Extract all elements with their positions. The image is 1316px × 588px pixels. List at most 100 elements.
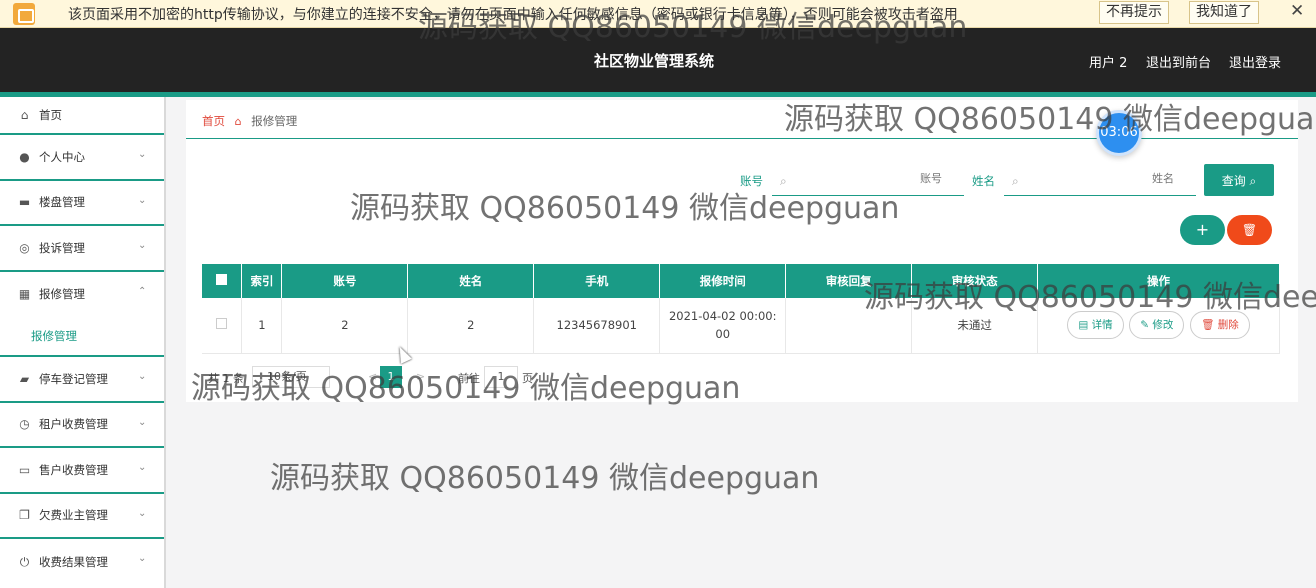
pencil-icon: ✎ <box>1140 319 1153 332</box>
edit-button[interactable]: ✎ 修改 <box>1129 311 1185 340</box>
next-page-button[interactable]: > <box>416 370 425 383</box>
sidebar-item-label: 首页 <box>39 108 62 122</box>
sidebar-item-label: 楼盘管理 <box>39 195 85 210</box>
goto-page-input[interactable]: 1 <box>484 366 518 388</box>
delete-label: 删除 <box>1217 319 1239 332</box>
search-icon: ⌕ <box>780 174 787 188</box>
select-all-checkbox[interactable] <box>202 264 243 298</box>
sidebar-item-label: 个人中心 <box>39 149 85 164</box>
breadcrumb: 首页 ⌂ 报修管理 <box>202 113 297 129</box>
watermark: 源码获取 QQ86050149 微信deepguan <box>270 461 820 496</box>
cell-name: 2 <box>407 298 535 354</box>
repair-time-text: 2021-04-02 00:00:00 <box>668 309 777 342</box>
warning-folder-icon <box>13 2 35 25</box>
sidebar-item-label: 投诉管理 <box>39 240 85 255</box>
notice-text: 该页面采用不加密的http传输协议，与你建立的连接不安全，请勿在页面中输入任何敏… <box>68 6 958 23</box>
column-header: 审核回复 <box>785 264 913 298</box>
column-header: 姓名 <box>407 264 535 298</box>
column-header: 报修时间 <box>659 264 787 298</box>
chevron-down-icon: ⌄ <box>138 553 147 564</box>
user-label[interactable]: 用户 2 <box>1089 52 1127 71</box>
insecure-connection-notice: 该页面采用不加密的http传输协议，与你建立的连接不安全，请勿在页面中输入任何敏… <box>0 0 1316 28</box>
chevron-down-icon: ⌄ <box>138 416 147 428</box>
account-label: 账号 <box>740 174 763 188</box>
query-button[interactable]: 查询 ⌕ <box>1204 164 1274 196</box>
cell-index: 1 <box>241 298 283 354</box>
name-search-input[interactable] <box>1054 172 1174 185</box>
cell-account: 2 <box>281 298 409 354</box>
column-header: 账号 <box>281 264 409 298</box>
sidebar-item-tenant-fees[interactable]: ◷ 租户收费管理 ⌄ <box>0 403 164 448</box>
user-icon: ● <box>19 149 30 164</box>
breadcrumb-current: 报修管理 <box>251 114 298 128</box>
name-label: 姓名 <box>972 174 995 188</box>
add-button[interactable]: + <box>1180 215 1225 245</box>
building-icon: ▬ <box>18 195 31 210</box>
column-header: 手机 <box>533 264 661 298</box>
name-field: ⌕ <box>1004 166 1196 196</box>
home-icon: ⌂ <box>20 108 29 122</box>
column-header: 操作 <box>1037 264 1280 298</box>
close-icon[interactable]: ✕ <box>1290 1 1304 21</box>
sidebar-item-arrears[interactable]: ❐ 欠费业主管理 ⌄ <box>0 494 164 539</box>
total-count: 共 1 条 <box>208 372 244 385</box>
sidebar-item-label: 收费结果管理 <box>39 554 108 569</box>
chevron-up-icon: ⌃ <box>138 285 147 297</box>
chevron-down-icon: ⌄ <box>138 194 147 206</box>
detail-label: 详情 <box>1091 319 1113 332</box>
row-checkbox[interactable] <box>202 298 243 354</box>
document-icon: ▤ <box>1078 319 1092 332</box>
dont-show-again-button[interactable]: 不再提示 <box>1099 1 1169 24</box>
page-size-select[interactable]: 10条/页 <box>252 366 330 388</box>
cell-review-status: 未通过 <box>911 298 1039 354</box>
batch-delete-button[interactable]: 🗑 <box>1227 215 1272 245</box>
detail-button[interactable]: ▤ 详情 <box>1067 311 1124 340</box>
breadcrumb-home[interactable]: 首页 <box>202 114 225 128</box>
sidebar-item-repairs[interactable]: ▦ 报修管理 ⌃ <box>0 272 164 318</box>
chevron-down-icon: ⌄ <box>138 149 147 160</box>
chevron-down-icon: ⌄ <box>138 507 147 519</box>
sidebar-item-label: 欠费业主管理 <box>39 508 108 523</box>
table-row: 1 2 2 12345678901 2021-04-02 00:00:00 未通… <box>202 298 1280 354</box>
logout-link[interactable]: 退出登录 <box>1229 52 1281 71</box>
page-suffix: 页 <box>522 372 533 385</box>
exit-to-front-link[interactable]: 退出到前台 <box>1146 52 1211 71</box>
repair-table: 索引 账号 姓名 手机 报修时间 审核回复 审核状态 操作 1 2 2 1234… <box>202 264 1280 354</box>
sidebar: ⌂ 首页 ● 个人中心 ⌄ ▬ 楼盘管理 ⌄ ◎ 投诉管理 ⌄ ▦ 报修管理 ⌃… <box>0 97 166 588</box>
chevron-down-icon: ⌄ <box>138 462 147 473</box>
printer-icon: ▭ <box>18 462 31 477</box>
sidebar-subitem-repairs[interactable]: 报修管理 <box>0 317 164 357</box>
sidebar-item-home[interactable]: ⌂ 首页 <box>0 97 164 135</box>
sidebar-item-parking[interactable]: ▰ 停车登记管理 ⌄ <box>0 357 164 403</box>
sidebar-item-complaints[interactable]: ◎ 投诉管理 ⌄ <box>0 226 164 272</box>
complaint-icon: ◎ <box>19 240 30 255</box>
sidebar-item-profile[interactable]: ● 个人中心 ⌄ <box>0 135 164 181</box>
prev-page-button[interactable]: < <box>368 370 377 383</box>
sidebar-item-fee-results[interactable]: ⏻ 收费结果管理 ⌄ <box>0 539 164 585</box>
cell-phone: 12345678901 <box>533 298 661 354</box>
search-icon: ⌕ <box>1012 174 1019 188</box>
grid-icon: ▦ <box>18 287 31 302</box>
delete-button[interactable]: 🗑 删除 <box>1190 311 1250 340</box>
acknowledge-button[interactable]: 我知道了 <box>1189 1 1259 24</box>
sidebar-item-owner-fees[interactable]: ▭ 售户收费管理 ⌄ <box>0 448 164 494</box>
app-title: 社区物业管理系统 <box>594 52 715 70</box>
car-icon: ▰ <box>19 371 30 386</box>
copy-icon: ❐ <box>19 508 30 523</box>
cell-repair-time: 2021-04-02 00:00:00 <box>659 298 787 354</box>
column-header: 审核状态 <box>911 264 1039 298</box>
timer-badge[interactable]: 03:06 <box>1096 110 1142 156</box>
cell-actions: ▤ 详情 ✎ 修改 🗑 删除 <box>1037 298 1280 354</box>
home-icon: ⌂ <box>234 115 242 128</box>
sidebar-item-label: 报修管理 <box>39 287 85 302</box>
account-search-input[interactable] <box>822 172 942 185</box>
chevron-down-icon: ⌄ <box>138 240 147 251</box>
header-accent-line <box>0 92 1316 97</box>
sidebar-item-buildings[interactable]: ▬ 楼盘管理 ⌄ <box>0 181 164 226</box>
clock-icon: ◷ <box>19 417 30 432</box>
trash-icon: 🗑 <box>1201 319 1218 332</box>
account-field: ⌕ <box>772 166 964 196</box>
current-page-button[interactable]: 1 <box>380 366 402 388</box>
goto-label: 前往 <box>458 372 480 385</box>
edit-label: 修改 <box>1152 319 1174 332</box>
